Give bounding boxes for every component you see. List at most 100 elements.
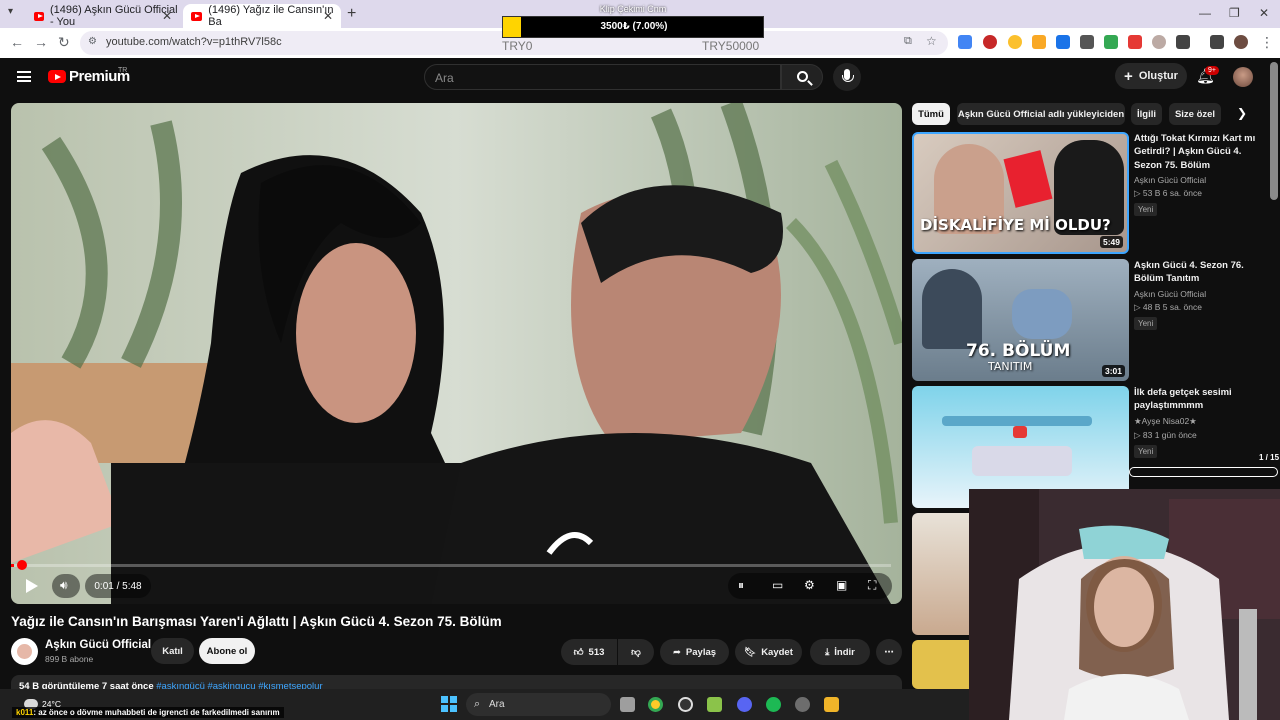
recommended-video-channel[interactable]: Aşkın Gücü Official	[1134, 175, 1262, 185]
new-badge: Yeni	[1134, 316, 1158, 330]
extension-icon[interactable]	[1008, 35, 1022, 49]
extension-icon[interactable]	[983, 35, 997, 49]
settings-gear-icon[interactable]: ⚙	[804, 578, 815, 592]
donation-goal-title: Klip Çekimi Cnm	[599, 4, 667, 14]
tab-askin-gucu[interactable]: (1496) Aşkın Gücü Official - You ✕	[26, 4, 180, 28]
extension-icon[interactable]	[1128, 35, 1142, 49]
download-label: İndir	[834, 646, 855, 658]
video-thumbnail[interactable]: 76. BÖLÜM TANITIM 3:01	[912, 259, 1129, 381]
restore-icon[interactable]: ❐	[1229, 6, 1240, 20]
minimize-icon[interactable]: —	[1199, 6, 1211, 20]
download-button[interactable]: ⤓ İndir	[810, 639, 870, 665]
page-scrollbar[interactable]	[1270, 62, 1278, 200]
chip-from-uploader[interactable]: Aşkın Gücü Official adlı yükleyiciden	[957, 103, 1125, 125]
channel-name[interactable]: Aşkın Gücü Official	[45, 639, 151, 651]
site-info-icon[interactable]: ⚙	[88, 36, 97, 47]
back-arrow-icon[interactable]: ←	[10, 34, 24, 50]
menu-hamburger-icon[interactable]	[17, 71, 31, 82]
subtitles-icon[interactable]: ▭	[772, 578, 783, 592]
translate-extension-icon[interactable]	[958, 35, 972, 49]
install-icon[interactable]: ⧉	[904, 35, 912, 48]
share-label: Paylaş	[685, 646, 717, 658]
discord-icon[interactable]	[737, 697, 752, 712]
account-avatar[interactable]	[1233, 67, 1253, 87]
chevron-right-icon[interactable]: ❯	[1237, 106, 1247, 120]
url-text[interactable]: youtube.com/watch?v=p1thRV7l58c	[106, 36, 282, 48]
recommended-video[interactable]: DİSKALİFİYE Mİ OLDU? 5:49 Attığı Tokat K…	[912, 132, 1272, 254]
browser-menu-icon[interactable]: ⋮	[1260, 34, 1274, 51]
chat-username: k011	[16, 708, 34, 717]
create-label: Oluştur	[1138, 70, 1178, 82]
file-explorer-icon[interactable]	[824, 697, 839, 712]
recommended-video[interactable]: 76. BÖLÜM TANITIM 3:01 Aşkın Gücü 4. Sez…	[912, 259, 1272, 381]
webcam-frame	[969, 489, 1280, 720]
time-text: 0:01 / 5:48	[94, 580, 142, 592]
chip-for-you[interactable]: Size özel	[1169, 103, 1221, 125]
task-view-icon[interactable]	[620, 697, 635, 712]
youtube-logo-icon[interactable]	[48, 70, 66, 83]
video-progress-bar[interactable]	[11, 560, 891, 570]
extension-icon[interactable]	[1032, 35, 1046, 49]
channel-avatar[interactable]	[11, 638, 38, 665]
video-player[interactable]	[11, 103, 902, 604]
bookmark-icon: 🔖︎	[744, 646, 757, 658]
subscribe-button[interactable]: Abone ol	[199, 638, 255, 664]
join-button[interactable]: Katıl	[151, 638, 194, 664]
new-tab-plus-icon[interactable]: +	[347, 5, 356, 23]
play-icon[interactable]	[26, 579, 38, 593]
recommended-video-title[interactable]: İlk defa getçek sesimi paylaştımmmm	[1134, 386, 1262, 413]
autoplay-toggle-icon[interactable]: ⏸	[738, 578, 744, 593]
extension-icon[interactable]	[1056, 35, 1070, 49]
live-app-icon[interactable]	[707, 697, 722, 712]
search-input[interactable]: Ara	[424, 64, 781, 90]
settings-gear-icon[interactable]	[795, 697, 810, 712]
share-button[interactable]: ➦ Paylaş	[660, 639, 729, 665]
like-button[interactable]: 👍︎ 513	[561, 639, 617, 665]
playlist-counter: 1 / 15	[1259, 453, 1280, 462]
recommended-video-channel[interactable]: Aşkın Gücü Official	[1134, 289, 1262, 299]
extension-icon[interactable]	[1104, 35, 1118, 49]
more-actions-button[interactable]: ⋯	[876, 639, 902, 665]
extensions-puzzle-icon[interactable]	[1176, 35, 1190, 49]
theater-mode-icon[interactable]: ▣	[836, 578, 847, 592]
tab-close-icon[interactable]: ✕	[323, 9, 333, 23]
obs-icon[interactable]	[678, 697, 693, 712]
create-button[interactable]: + Oluştur	[1115, 63, 1187, 89]
thumbnail-person	[922, 269, 982, 349]
recommended-video-stats: ▷ 83 1 gün önce	[1134, 429, 1197, 440]
video-progress-played	[11, 564, 14, 567]
voice-search-mic-icon[interactable]	[833, 63, 861, 91]
chip-related[interactable]: İlgili	[1131, 103, 1162, 125]
video-thumbnail[interactable]	[912, 513, 969, 635]
video-thumbnail[interactable]	[912, 640, 969, 689]
volume-button[interactable]: 🔊︎	[52, 574, 80, 598]
fullscreen-icon[interactable]: ⛶	[868, 578, 876, 593]
taskbar-search-box[interactable]: ⌕ Ara	[466, 693, 611, 716]
reading-list-icon[interactable]	[1210, 35, 1224, 49]
chrome-icon[interactable]	[648, 697, 663, 712]
donation-min-label: TRY0	[502, 39, 533, 53]
extension-icon[interactable]	[1080, 35, 1094, 49]
tab-close-icon[interactable]: ✕	[162, 9, 172, 23]
recommended-video-title[interactable]: Aşkın Gücü 4. Sezon 76. Bölüm Tanıtım	[1134, 259, 1262, 286]
close-window-icon[interactable]: ✕	[1259, 6, 1269, 20]
dislike-button[interactable]: 👎︎	[618, 639, 654, 665]
video-thumbnail[interactable]: DİSKALİFİYE Mİ OLDU? 5:49	[912, 132, 1129, 254]
video-scrubber-handle[interactable]	[17, 560, 27, 570]
thumbnail-person	[1012, 289, 1072, 339]
windows-start-icon[interactable]	[441, 696, 457, 712]
bookmark-star-icon[interactable]: ☆	[926, 34, 937, 48]
recommended-video-title[interactable]: Attığı Tokat Kırmızı Kart mı Getirdi? | …	[1134, 132, 1262, 172]
chip-all[interactable]: Tümü	[912, 103, 950, 125]
search-button[interactable]	[781, 64, 823, 90]
forward-arrow-icon[interactable]: →	[34, 34, 48, 50]
save-button[interactable]: 🔖︎ Kaydet	[735, 639, 802, 665]
extension-icon[interactable]	[1152, 35, 1166, 49]
profile-avatar-icon[interactable]	[1234, 35, 1248, 49]
heart-icon	[1013, 426, 1027, 438]
tab-search-chevron-icon[interactable]: ▾	[8, 6, 13, 17]
reload-icon[interactable]: ↻	[58, 34, 70, 51]
spotify-icon[interactable]	[766, 697, 781, 712]
recommended-video-channel[interactable]: ★Ayşe Nisa02★	[1134, 416, 1262, 427]
tab-current-video[interactable]: (1496) Yağız ile Cansın'ın Ba ✕	[183, 4, 341, 28]
